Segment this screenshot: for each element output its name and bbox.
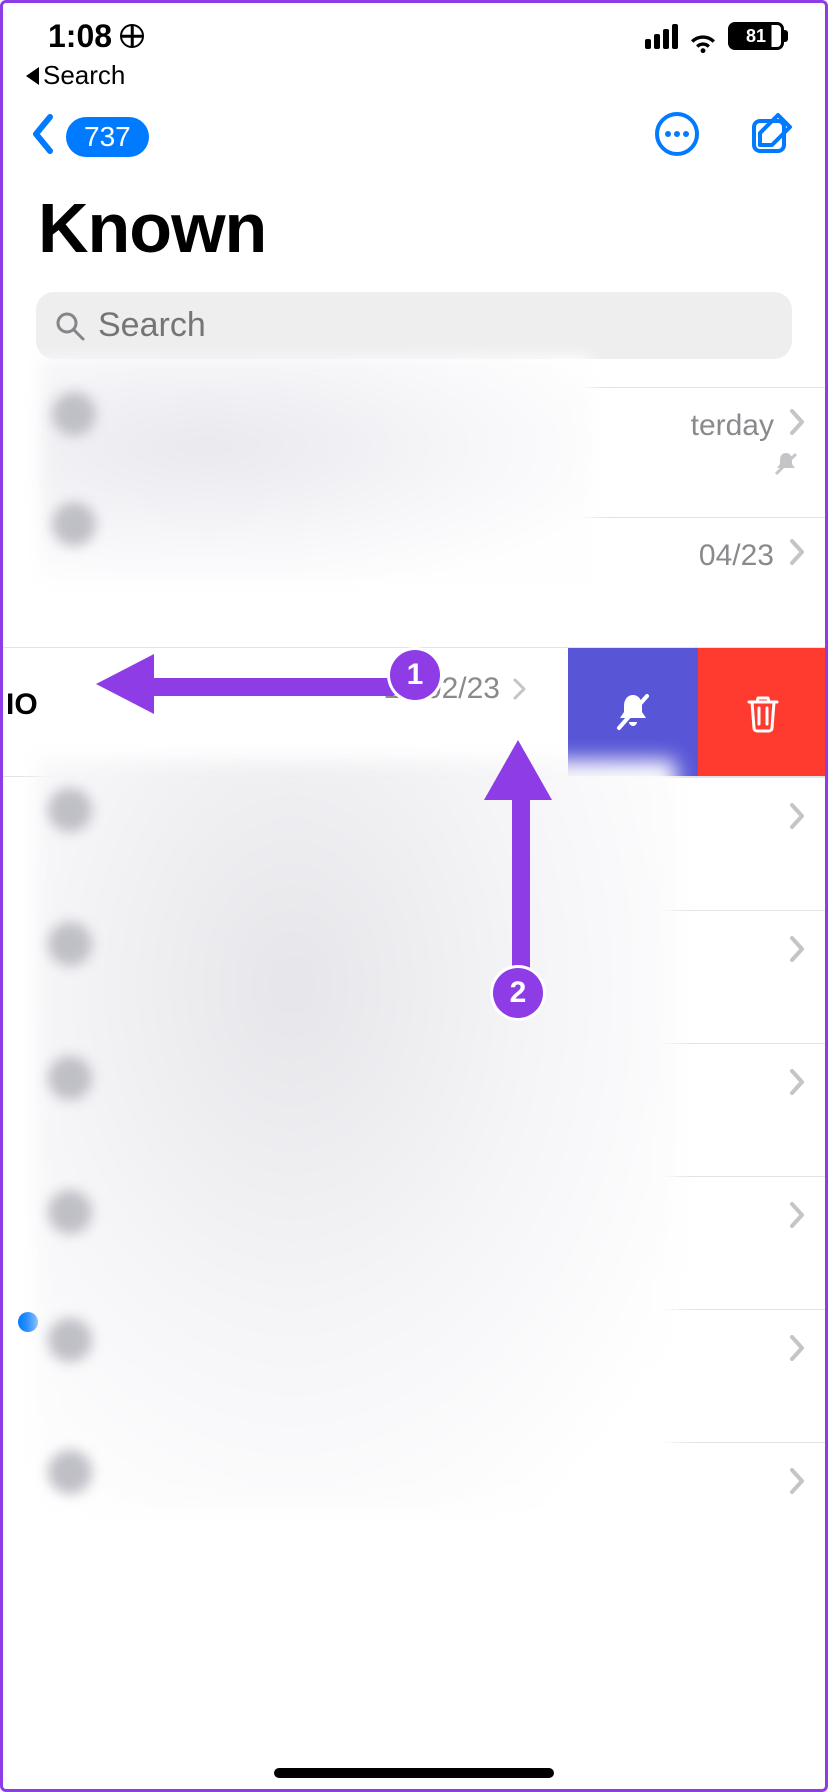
- conversation-date: terday: [691, 409, 774, 443]
- cellular-signal-icon: [645, 24, 678, 49]
- conversation-date: 04/23: [699, 539, 774, 573]
- swipe-mute-button[interactable]: [568, 648, 698, 776]
- status-time: 1:08: [48, 18, 112, 55]
- redaction-blur: [48, 1190, 92, 1234]
- redaction-blur: [52, 392, 96, 436]
- swipe-delete-button[interactable]: [698, 648, 828, 776]
- conversation-title-fragment: IO: [6, 688, 38, 722]
- redaction-blur: [48, 1056, 92, 1100]
- search-field[interactable]: [36, 292, 792, 359]
- chevron-right-icon: [788, 408, 806, 444]
- chevron-right-icon: [512, 677, 528, 701]
- redaction-blur: [48, 1318, 92, 1362]
- page-title: Known: [0, 162, 828, 268]
- unread-dot-icon: [18, 1312, 38, 1332]
- annotation-arrow-left: [96, 660, 396, 708]
- chevron-right-icon: [788, 1068, 806, 1101]
- back-to-app[interactable]: Search: [0, 54, 828, 91]
- chevron-right-icon: [788, 1467, 806, 1500]
- search-icon: [54, 310, 86, 342]
- battery-percentage: 81: [728, 22, 784, 50]
- chevron-right-icon: [788, 935, 806, 968]
- redaction-blur: [40, 356, 592, 582]
- redaction-blur: [48, 1450, 92, 1494]
- compose-button[interactable]: [748, 111, 794, 162]
- more-options-button[interactable]: [654, 111, 700, 162]
- annotation-arrow-up: [490, 740, 550, 990]
- search-input[interactable]: [98, 306, 774, 345]
- back-to-app-label: Search: [43, 60, 125, 91]
- nav-bar: 737: [0, 91, 828, 162]
- redaction-blur: [52, 502, 96, 546]
- trash-icon: [741, 690, 785, 734]
- redaction-blur: [36, 760, 676, 1510]
- annotation-step-badge: 1: [390, 650, 440, 700]
- redaction-blur: [48, 788, 92, 832]
- chevron-right-icon: [788, 802, 806, 835]
- annotation-step-badge: 2: [493, 968, 543, 1018]
- bell-slash-icon: [611, 690, 655, 734]
- back-triangle-icon: [26, 67, 39, 85]
- chevron-right-icon: [788, 1334, 806, 1367]
- redaction-blur: [48, 922, 92, 966]
- status-bar: 1:08 81: [0, 0, 828, 54]
- muted-indicator: [772, 450, 800, 483]
- home-indicator[interactable]: [274, 1768, 554, 1778]
- chevron-right-icon: [788, 538, 806, 574]
- location-globe-icon: [120, 24, 144, 48]
- battery-icon: 81: [728, 22, 788, 50]
- wifi-icon: [688, 25, 718, 47]
- chevron-right-icon: [788, 1201, 806, 1234]
- unread-count-badge[interactable]: 737: [66, 117, 149, 157]
- back-button[interactable]: [28, 113, 56, 160]
